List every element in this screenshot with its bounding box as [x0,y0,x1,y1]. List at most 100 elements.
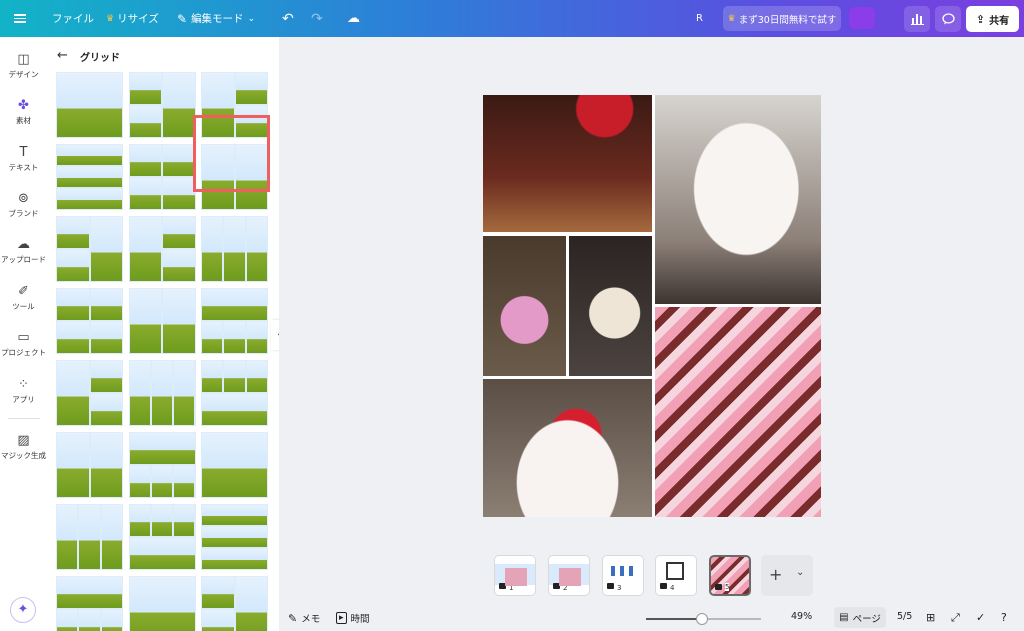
grid-template-thumbnail[interactable] [128,144,196,210]
page-layer-icon [499,583,506,589]
rail-item-magic[interactable]: ▨ マジック生成 [0,432,47,461]
magic-assistant-icon[interactable]: ✦ [10,597,36,623]
zoom-slider[interactable] [646,613,761,625]
grid-template-thumbnail[interactable] [201,288,268,354]
chevron-down-icon[interactable]: ⌄ [796,567,804,578]
grid-template-thumbnail[interactable] [201,216,268,282]
grid-cell-placeholder [129,178,161,209]
grid-template-thumbnail[interactable] [56,576,123,631]
grid-cell-placeholder [163,289,195,353]
edit-mode-dropdown[interactable]: ✎ 編集モード ⌄ [177,0,255,37]
rail-item-label: デザイン [8,70,39,79]
profile-badge[interactable] [849,7,875,29]
rail-item-apps[interactable]: ⁘ アプリ [0,376,47,405]
zoom-slider-handle[interactable] [696,613,709,625]
grid-template-thumbnail[interactable] [201,576,268,631]
grid-template-thumbnail[interactable] [56,504,123,570]
share-label: 共有 [989,15,1010,27]
grid-cell-placeholder [90,217,122,281]
bottom-bar: ✎ メモ ▸ 時間 49% ▤ ページ 5/5 ⊞ ⤢ ✓ ? [279,604,1024,631]
page-thumbnail-active[interactable]: 5 [709,555,751,596]
grid-template-thumbnail[interactable] [128,72,196,138]
photo-cheesecake[interactable] [655,95,821,304]
grid-template-thumbnail[interactable] [128,360,196,426]
photo-strawberry-cake[interactable] [483,379,652,517]
grid-view-icon[interactable]: ⊞ [926,611,935,624]
page-view-button[interactable]: ▤ ページ [834,607,886,628]
undo-icon[interactable]: ↶ [282,0,294,37]
arrow-left-icon[interactable]: ← [57,48,68,63]
add-page-button[interactable]: + ⌄ [761,555,813,596]
file-menu[interactable]: ファイル [52,0,94,37]
grid-cell-placeholder [129,433,195,464]
grid-cell-placeholder [151,505,173,536]
page-thumbnail[interactable]: 3 [602,555,644,596]
grid-template-thumbnail[interactable] [201,504,268,570]
plus-icon: + [769,565,783,584]
grid-cell-placeholder [246,217,267,281]
grid-cell-placeholder [202,526,267,548]
rail-item-design[interactable]: ◫ デザイン [0,51,47,80]
grid-template-thumbnail[interactable] [201,360,268,426]
page-thumbnail[interactable]: 1 [494,555,536,596]
grid-cell-placeholder [202,322,223,353]
check-circle-icon[interactable]: ✓ [976,611,985,624]
edit-mode-label: 編集モード [191,13,244,25]
rail-item-label: プロジェクト [1,348,46,357]
grid-cell-placeholder [57,505,78,569]
grid-template-thumbnail[interactable] [128,288,196,354]
cloud-save-icon[interactable]: ☁ [347,0,360,37]
user-avatar[interactable]: R [696,0,710,37]
zoom-level-text: 49% [791,611,813,622]
grid-template-thumbnail[interactable] [56,360,123,426]
free-trial-button[interactable]: ♛ まず30日間無料で試す [723,6,841,31]
menu-icon[interactable] [14,0,32,37]
design-page[interactable] [483,95,821,517]
photo-dessert-buffet[interactable] [655,307,821,517]
page-view-label: ページ [852,613,881,625]
grid-template-thumbnail[interactable] [56,432,123,498]
analytics-icon[interactable] [904,6,930,32]
rail-item-brand[interactable]: ⊚ ブランド [0,190,47,219]
rail-item-upload[interactable]: ☁ アップロード [0,236,47,265]
photo-ice-cream[interactable] [569,236,652,376]
share-button[interactable]: ⇪ 共有 [966,6,1019,32]
rail-item-text[interactable]: T テキスト [0,144,47,173]
timer-button[interactable]: ▸ 時間 [336,611,370,625]
redo-icon[interactable]: ↷ [311,0,323,37]
photo-pink-desserts[interactable] [483,236,566,376]
grid-cell-placeholder [163,73,195,137]
grid-template-thumbnail[interactable] [56,288,123,354]
zoom-level[interactable]: 49% [791,611,812,622]
comment-icon[interactable] [935,6,961,32]
grid-template-thumbnail[interactable] [128,216,196,282]
grid-template-thumbnail[interactable] [56,216,123,282]
photo-parfait-glasses[interactable] [483,95,652,232]
grid-template-thumbnail[interactable] [128,504,196,570]
rail-item-projects[interactable]: ▭ プロジェクト [0,329,47,358]
grid-cell-placeholder [202,549,267,569]
grid-cell-placeholder [57,250,89,281]
notes-button[interactable]: ✎ メモ [288,611,320,626]
page-thumbnail[interactable]: 4 [655,555,697,596]
grid-template-thumbnail[interactable] [128,432,196,498]
page-thumbnail[interactable]: 2 [548,555,590,596]
grid-template-thumbnail[interactable] [128,576,196,631]
grid-template-thumbnail[interactable] [56,144,123,210]
rail-item-tools[interactable]: ✐ ツール [0,283,47,312]
rail-item-elements[interactable]: ✤ 素材 [0,97,47,126]
rail-item-label: ブランド [8,209,39,218]
grid-template-thumbnail[interactable] [56,72,123,138]
fullscreen-icon[interactable]: ⤢ [951,611,960,625]
grid-cell-placeholder [57,73,122,137]
grid-template-thumbnail[interactable] [201,432,268,498]
grid-cell-placeholder [246,361,267,392]
help-icon[interactable]: ? [1001,611,1007,624]
page-layer-icon [553,583,560,589]
grid-cell-placeholder [174,505,195,536]
resize-button[interactable]: ♛ リサイズ [106,0,159,37]
notes-icon: ✎ [288,611,298,625]
grid-cell-placeholder [202,577,234,608]
grid-cell-placeholder [129,217,161,281]
elements-icon: ✤ [18,98,29,113]
